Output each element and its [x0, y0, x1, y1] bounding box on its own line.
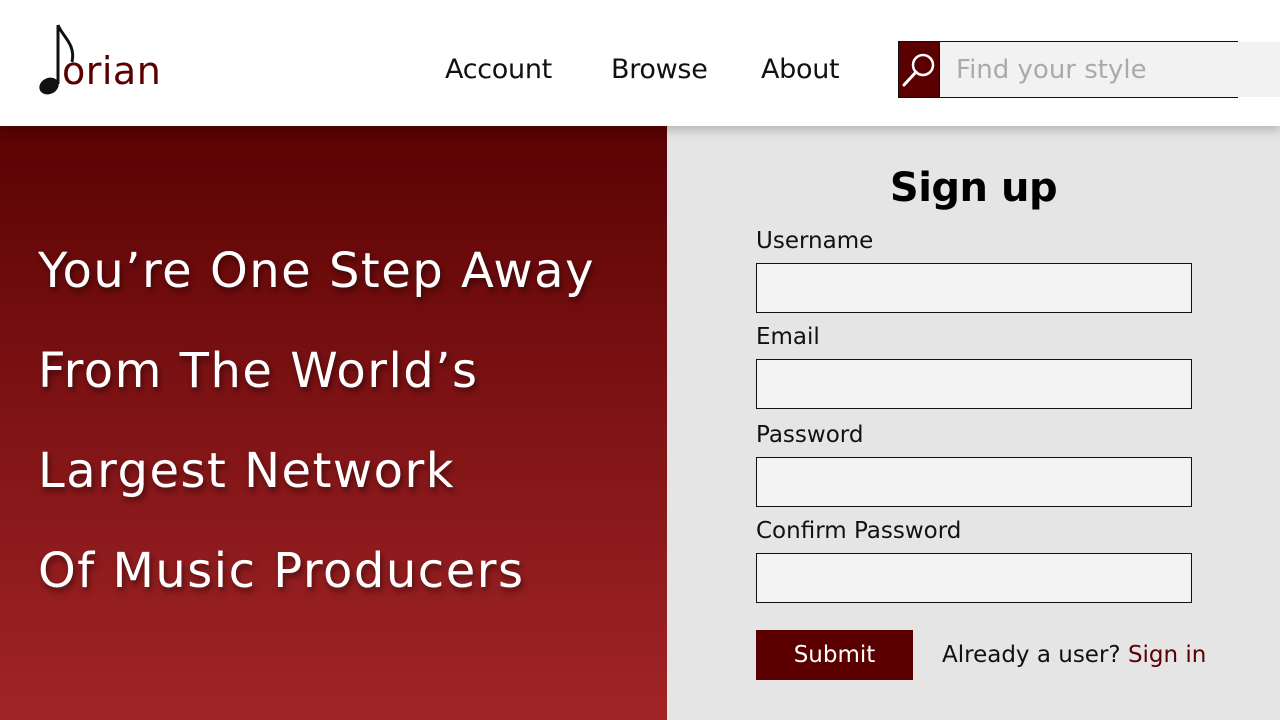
- brand-logo[interactable]: orian: [36, 22, 166, 102]
- signup-title: Sign up: [889, 165, 1058, 211]
- username-label: Username: [756, 228, 874, 254]
- search-button[interactable]: [899, 42, 940, 97]
- hero-headline-line-2: From The World’s: [38, 343, 479, 399]
- nav-account-link[interactable]: Account: [445, 50, 552, 90]
- logo-wordmark: orian: [62, 49, 162, 93]
- hero-headline-line-3: Largest Network: [38, 443, 456, 499]
- search-input[interactable]: [940, 42, 1280, 97]
- submit-button[interactable]: Submit: [756, 630, 913, 680]
- password-label: Password: [756, 422, 864, 448]
- email-field[interactable]: [756, 359, 1192, 409]
- password-field[interactable]: [756, 457, 1192, 507]
- username-field[interactable]: [756, 263, 1192, 313]
- search-icon: [902, 53, 935, 86]
- confirm-password-field[interactable]: [756, 553, 1192, 603]
- already-user-text: Already a user?: [942, 642, 1121, 668]
- email-label: Email: [756, 324, 820, 350]
- signin-link[interactable]: Sign in: [1128, 642, 1206, 668]
- site-header: orian Account Browse About: [0, 0, 1280, 126]
- nav-browse-link[interactable]: Browse: [611, 50, 708, 90]
- signin-prompt: Already a user? Sign in: [942, 639, 1206, 671]
- hero-panel: You’re One Step Away From The World’s La…: [0, 126, 667, 720]
- search-bar: [898, 41, 1280, 98]
- hero-headline-line-4: Of Music Producers: [38, 543, 525, 599]
- confirm-password-label: Confirm Password: [756, 518, 962, 544]
- signup-form: Sign up Username Email Password Confirm …: [667, 126, 1280, 720]
- hero-headline-line-1: You’re One Step Away: [38, 243, 595, 299]
- nav-about-link[interactable]: About: [761, 50, 840, 90]
